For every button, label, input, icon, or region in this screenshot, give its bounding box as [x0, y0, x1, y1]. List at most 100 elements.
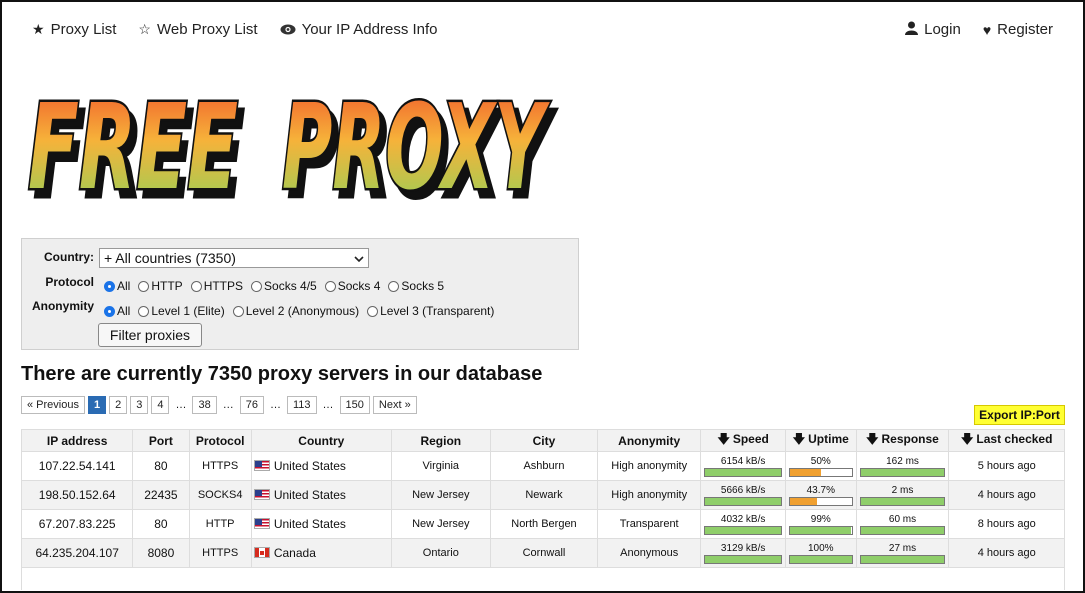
uptime-bar — [789, 525, 853, 535]
page-button-4[interactable]: 4 — [151, 396, 170, 414]
radio-button[interactable] — [232, 305, 244, 317]
protocol-option-socks5[interactable]: Socks 5 — [388, 279, 444, 293]
filter-proxies-button[interactable]: Filter proxies — [98, 323, 202, 347]
pagination-ellipsis: … — [322, 399, 334, 411]
column-header-last-checked[interactable]: 🡇 Last checked — [948, 429, 1065, 452]
region-cell: New Jersey — [390, 480, 491, 510]
response-bar — [859, 496, 946, 506]
column-header-city[interactable]: City — [489, 429, 599, 452]
response-bar-label: 162 ms — [886, 455, 919, 467]
column-header-country[interactable]: Country — [250, 429, 392, 452]
response-bar-fill — [860, 468, 945, 476]
column-header-ip[interactable]: IP address — [20, 429, 134, 452]
protocol-option-socks45[interactable]: Socks 4/5 — [251, 279, 317, 293]
column-header-uptime[interactable]: 🡇 Uptime — [785, 429, 857, 452]
country-select[interactable]: + All countries (7350) — [99, 248, 369, 268]
response-bar — [859, 554, 946, 564]
svg-text:FREE: FREE — [28, 78, 238, 210]
speed-bar — [704, 467, 783, 477]
table-row[interactable]: 64.235.204.107 8080 HTTPS Canada Ontario Corn… — [20, 538, 1065, 568]
anonymity-option-transparent[interactable]: Level 3 (Transparent) — [367, 304, 494, 318]
table-header-row: IP address Port Protocol Country Region … — [20, 429, 1065, 452]
previous-page-button[interactable]: « Previous — [21, 396, 85, 414]
port-cell: 22435 — [132, 480, 190, 510]
column-header-response[interactable]: 🡇 Response — [855, 429, 950, 452]
nav-login-label: Login — [924, 21, 961, 38]
column-header-anonymity[interactable]: Anonymity — [597, 429, 702, 452]
radio-label: All — [117, 304, 131, 318]
response-bar — [859, 467, 946, 477]
column-header-speed[interactable]: 🡇 Speed — [700, 429, 787, 452]
protocol-option-all[interactable]: All — [104, 279, 130, 293]
anonymity-cell-text: Anonymous — [620, 547, 679, 559]
table-row[interactable]: 198.50.152.64 22435 SOCKS4 United States New… — [20, 480, 1065, 510]
next-page-button[interactable]: Next » — [372, 396, 417, 414]
response-bar-fill — [860, 555, 945, 563]
uptime-bar-cell: 43.7% — [785, 480, 857, 510]
ip-cell: 198.50.152.64 — [20, 480, 134, 510]
canada-flag-icon — [253, 547, 270, 558]
country-cell: United States — [250, 480, 392, 510]
column-header-label: Response — [881, 432, 939, 446]
column-header-label: Uptime — [808, 432, 849, 446]
radio-button[interactable] — [324, 280, 336, 292]
nav-login[interactable]: Login — [905, 21, 961, 38]
radio-button[interactable] — [104, 280, 115, 292]
nav-register[interactable]: ♥ Register — [983, 21, 1053, 38]
last-checked-cell: 8 hours ago — [948, 509, 1065, 539]
radio-button[interactable] — [190, 280, 202, 292]
anonymity-cell: Transparent — [597, 509, 702, 539]
speed-bar-cell: 3129 kB/s — [700, 538, 787, 568]
column-header-region[interactable]: Region — [390, 429, 491, 452]
nav-proxy-list[interactable]: ★ Proxy List — [32, 21, 116, 38]
anonymity-option-elite[interactable]: Level 1 (Elite) — [138, 304, 225, 318]
page-button-150[interactable]: 150 — [339, 396, 370, 414]
anonymity-option-anonymous[interactable]: Level 2 (Anonymous) — [232, 304, 359, 318]
page-frame: ★ Proxy List ☆ Web Proxy List Your IP Ad… — [0, 0, 1085, 593]
radio-button[interactable] — [138, 280, 150, 292]
chevron-down-icon — [354, 250, 364, 266]
port-cell-text: 80 — [154, 517, 168, 531]
protocol-option-socks4[interactable]: Socks 4 — [324, 279, 381, 293]
radio-button[interactable] — [138, 305, 150, 317]
radio-button[interactable] — [251, 280, 263, 292]
anonymity-option-all[interactable]: All — [104, 304, 130, 318]
response-bar-cell: 60 ms — [855, 509, 950, 539]
port-cell: 8080 — [132, 538, 190, 568]
city-cell-text: Cornwall — [522, 547, 566, 559]
radio-button[interactable] — [104, 305, 115, 317]
radio-label: HTTPS — [203, 279, 244, 293]
table-row[interactable]: 67.207.83.225 80 HTTP United States New Jers… — [20, 509, 1065, 539]
nav-ip-info-label: Your IP Address Info — [301, 21, 438, 38]
nav-ip-info[interactable]: Your IP Address Info — [280, 21, 438, 38]
page-button-3[interactable]: 3 — [130, 396, 149, 414]
column-header-protocol[interactable]: Protocol — [188, 429, 252, 452]
us-flag-icon — [253, 460, 270, 471]
ip-cell-text: 198.50.152.64 — [38, 488, 116, 502]
radio-label: Socks 4 — [337, 279, 381, 293]
port-cell: 80 — [132, 451, 190, 481]
radio-button[interactable] — [388, 280, 400, 292]
nav-web-proxy-list[interactable]: ☆ Web Proxy List — [138, 21, 257, 38]
page-button-113[interactable]: 113 — [286, 396, 317, 414]
radio-label: Level 1 (Elite) — [151, 304, 225, 318]
page-button-1[interactable]: 1 — [87, 396, 107, 414]
protocol-option-http[interactable]: HTTP — [138, 279, 183, 293]
response-bar-label: 60 ms — [888, 513, 917, 525]
uptime-bar-cell: 100% — [785, 538, 857, 568]
column-header-port[interactable]: Port — [132, 429, 190, 452]
protocol-option-https[interactable]: HTTPS — [190, 279, 244, 293]
region-cell-text: New Jersey — [412, 518, 470, 530]
uptime-bar-label: 50% — [810, 455, 831, 467]
protocol-cell: HTTPS — [188, 538, 252, 568]
page-button-76[interactable]: 76 — [239, 396, 264, 414]
page-button-38[interactable]: 38 — [192, 396, 217, 414]
export-ip-port-button[interactable]: Export IP:Port — [974, 405, 1065, 425]
table-row[interactable]: 107.22.54.141 80 HTTPS United States Virgini… — [20, 451, 1065, 481]
ip-cell-text: 67.207.83.225 — [38, 517, 116, 531]
page-button-2[interactable]: 2 — [109, 396, 128, 414]
country-name: United States — [273, 488, 346, 502]
nav-register-label: Register — [997, 21, 1053, 38]
empty-row — [21, 567, 1065, 590]
radio-button[interactable] — [367, 305, 379, 317]
